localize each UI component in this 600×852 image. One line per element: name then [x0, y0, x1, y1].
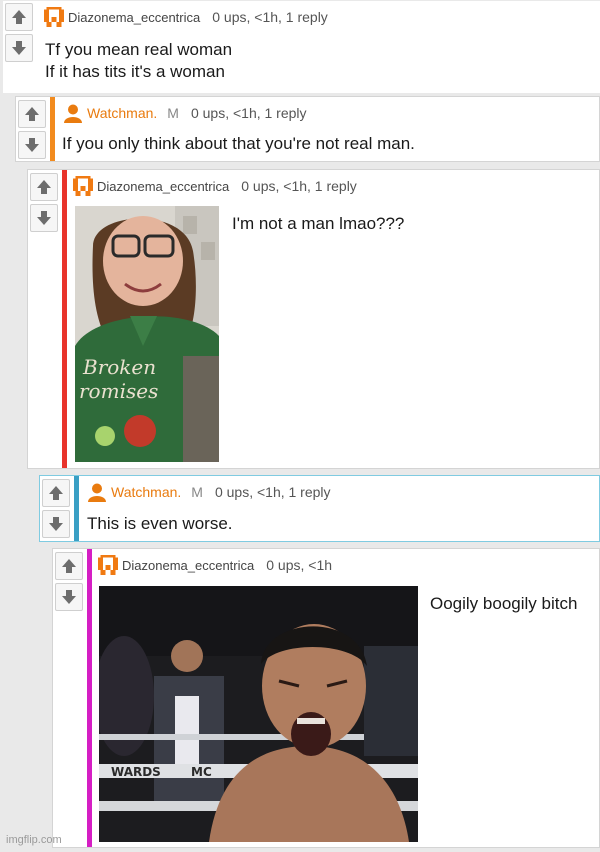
comment-text: I'm not a man lmao???: [232, 214, 405, 233]
up-arrow-icon: [49, 486, 63, 500]
user-avatar-icon[interactable]: [87, 482, 107, 502]
thread-line: [62, 170, 67, 468]
down-arrow-icon: [25, 138, 39, 152]
comment-text: If you only think about that you're not …: [62, 134, 415, 153]
watermark: imgflip.com: [6, 834, 62, 846]
comment-meta: 0 ups, <1h: [266, 557, 333, 573]
downvote-button[interactable]: [42, 510, 70, 538]
user-avatar-icon[interactable]: [63, 103, 83, 123]
down-arrow-icon: [62, 590, 76, 604]
comment-text: This is even worse.: [87, 514, 233, 533]
comment-text: Tf you mean real woman If it has tits it…: [45, 40, 233, 81]
comment-1: Diazonema_eccentrica 0 ups, <1h, 1 reply…: [3, 1, 600, 93]
username-link[interactable]: Diazonema_eccentrica: [97, 179, 229, 194]
mod-flag: M: [191, 484, 203, 500]
banner-text: WARDS: [111, 765, 161, 779]
downvote-button[interactable]: [30, 204, 58, 232]
up-arrow-icon: [25, 107, 39, 121]
user-avatar-icon[interactable]: [98, 555, 118, 575]
thread-line: [87, 549, 92, 847]
thread-line: [74, 476, 79, 541]
comment-meta: 0 ups, <1h, 1 reply: [190, 105, 307, 121]
comment-4: Watchman. M 0 ups, <1h, 1 reply This is …: [39, 475, 600, 542]
comment-5: Diazonema_eccentrica 0 ups, <1h WARDS MC…: [52, 548, 600, 848]
shirt-text: romises: [79, 379, 158, 403]
comment-image[interactable]: Broken romises: [75, 206, 219, 462]
thread-line: [50, 97, 55, 161]
down-arrow-icon: [49, 517, 63, 531]
username-link[interactable]: Diazonema_eccentrica: [122, 558, 254, 573]
comment-meta: 0 ups, <1h, 1 reply: [241, 178, 357, 194]
comment-meta: 0 ups, <1h, 1 reply: [212, 9, 328, 25]
shirt-text: Broken: [82, 355, 156, 379]
username-link[interactable]: Watchman.: [111, 484, 181, 500]
downvote-button[interactable]: [18, 131, 46, 159]
selfie-photo: Broken romises: [75, 206, 219, 462]
up-arrow-icon: [12, 10, 26, 24]
comment-meta: 0 ups, <1h, 1 reply: [214, 484, 331, 500]
mod-flag: M: [167, 105, 179, 121]
upvote-button[interactable]: [5, 3, 33, 31]
comment-2: Watchman. M 0 ups, <1h, 1 reply If you o…: [15, 96, 600, 162]
upvote-button[interactable]: [55, 552, 83, 580]
up-arrow-icon: [37, 180, 51, 194]
user-avatar-icon[interactable]: [44, 7, 64, 27]
downvote-button[interactable]: [55, 583, 83, 611]
comment-image[interactable]: WARDS MC: [99, 586, 418, 842]
comment-3: Diazonema_eccentrica 0 ups, <1h, 1 reply…: [27, 169, 600, 469]
upvote-button[interactable]: [18, 100, 46, 128]
user-avatar-icon[interactable]: [73, 176, 93, 196]
upvote-button[interactable]: [42, 479, 70, 507]
down-arrow-icon: [12, 41, 26, 55]
downvote-button[interactable]: [5, 34, 33, 62]
up-arrow-icon: [62, 559, 76, 573]
boxer-photo: WARDS MC: [99, 586, 418, 842]
comment-text: Oogily boogily bitch: [430, 594, 578, 613]
banner-text: MC: [191, 765, 212, 779]
down-arrow-icon: [37, 211, 51, 225]
username-link[interactable]: Diazonema_eccentrica: [68, 10, 200, 25]
upvote-button[interactable]: [30, 173, 58, 201]
username-link[interactable]: Watchman.: [87, 105, 157, 121]
